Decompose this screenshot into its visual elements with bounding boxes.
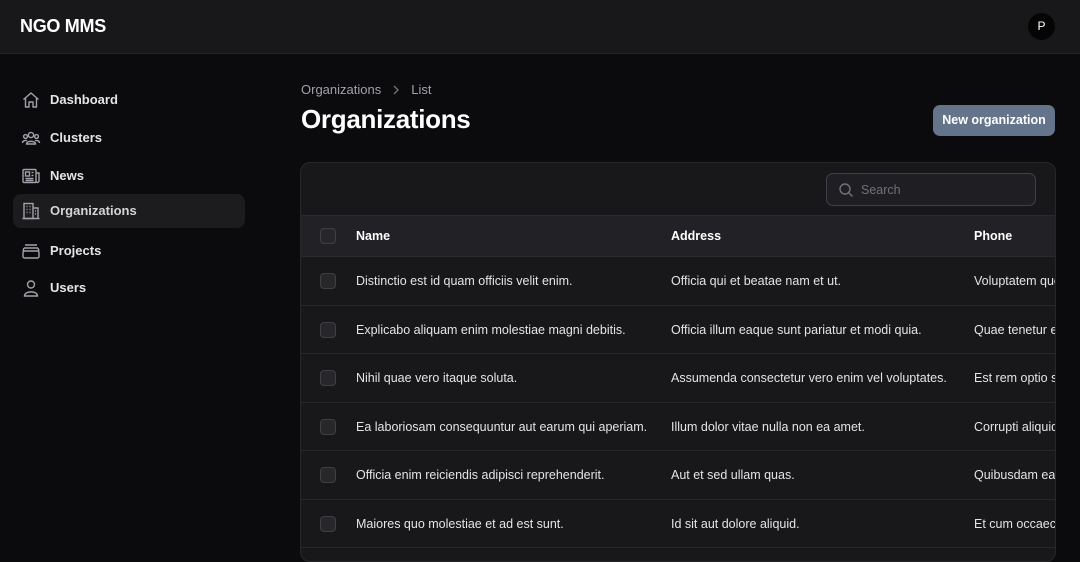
cell-name: Maiores quo molestiae et ad est sunt.: [356, 516, 564, 531]
column-header-name[interactable]: Name: [356, 229, 666, 243]
cell-phone: Corrupti aliquid: [974, 419, 1056, 434]
user-icon: [23, 280, 39, 297]
sidebar-item-label: Clusters: [50, 130, 103, 145]
column-header-phone[interactable]: Phone: [974, 229, 1055, 243]
sidebar-item-label: News: [50, 168, 84, 183]
sidebar-item-clusters[interactable]: Clusters: [13, 121, 245, 155]
table-row[interactable]: Maiores quo molestiae et ad est sunt. Id…: [301, 500, 1056, 548]
sidebar-item-label: Users: [50, 280, 87, 295]
breadcrumb-current: List: [411, 82, 432, 97]
sidebar: Dashboard Clusters News Organizations Pr…: [0, 54, 260, 536]
cell-phone: Quibusdam ea: [974, 468, 1056, 482]
sidebar-item-dashboard[interactable]: Dashboard: [13, 83, 245, 117]
table-row[interactable]: Explicabo aliquam enim molestiae magni d…: [301, 306, 1056, 354]
sidebar-item-label: Organizations: [50, 203, 137, 218]
new-organization-button[interactable]: New organization: [933, 105, 1055, 136]
archive-box-icon: [22, 244, 40, 259]
page-title: Organizations: [301, 104, 471, 134]
cell-address: Illum dolor vitae nulla non ea amet.: [671, 419, 865, 434]
select-all-checkbox[interactable]: [320, 228, 336, 244]
search-input[interactable]: [861, 174, 1031, 205]
sidebar-item-organizations[interactable]: Organizations: [13, 194, 245, 228]
breadcrumb: Organizations List: [301, 82, 431, 97]
chevron-right-icon: [381, 83, 411, 97]
row-checkbox[interactable]: [320, 515, 336, 532]
cell-name: Ea laboriosam consequuntur aut earum qui…: [356, 419, 648, 434]
cell-name: Explicabo aliquam enim molestiae magni d…: [356, 322, 626, 337]
cell-name: Distinctio est id quam officiis velit en…: [356, 274, 573, 288]
cell-phone: Et cum occaec: [974, 516, 1056, 531]
cell-name: Nihil quae vero itaque soluta.: [356, 371, 518, 385]
users-group-icon: [21, 131, 41, 145]
sidebar-item-label: Dashboard: [50, 92, 118, 107]
cell-address: Officia illum eaque sunt pariatur et mod…: [671, 322, 922, 337]
table-header: Name Address Phone: [301, 215, 1055, 257]
table-row[interactable]: Nihil quae vero itaque soluta. Assumenda…: [301, 354, 1056, 403]
cell-address: Id sit aut dolore aliquid.: [671, 516, 800, 531]
sidebar-item-news[interactable]: News: [13, 159, 245, 193]
breadcrumb-parent[interactable]: Organizations: [301, 82, 381, 97]
sidebar-item-users[interactable]: Users: [13, 271, 245, 305]
table-row[interactable]: Ea laboriosam consequuntur aut earum qui…: [301, 403, 1056, 451]
user-avatar[interactable]: P: [1028, 13, 1055, 40]
row-checkbox[interactable]: [320, 467, 336, 483]
table-row[interactable]: Distinctio est id quam officiis velit en…: [301, 257, 1056, 306]
column-header-address[interactable]: Address: [671, 229, 966, 243]
sidebar-item-label: Projects: [50, 243, 102, 258]
row-checkbox[interactable]: [320, 321, 336, 338]
building-icon: [22, 202, 40, 220]
cell-name: Officia enim reiciendis adipisci reprehe…: [356, 468, 605, 482]
cell-phone: Quae tenetur e: [974, 322, 1056, 337]
row-checkbox[interactable]: [320, 418, 336, 435]
cell-address: Aut et sed ullam quas.: [671, 468, 795, 482]
organizations-table: Name Address Phone Distinctio est id qua…: [300, 162, 1056, 562]
app-title[interactable]: NGO MMS: [20, 16, 106, 37]
home-icon: [23, 92, 39, 108]
newspaper-icon: [22, 168, 40, 184]
row-checkbox[interactable]: [320, 273, 336, 289]
cell-address: Officia qui et beatae nam et ut.: [671, 274, 842, 288]
cell-address: Assumenda consectetur vero enim vel volu…: [671, 371, 947, 385]
cell-phone: Voluptatem quo: [974, 274, 1056, 288]
sidebar-item-projects[interactable]: Projects: [13, 234, 245, 268]
top-bar: NGO MMS P: [0, 0, 1080, 54]
table-row[interactable]: Officia enim reiciendis adipisci reprehe…: [301, 451, 1056, 500]
search-icon: [839, 183, 853, 197]
cell-phone: Est rem optio s: [974, 371, 1056, 385]
search-box[interactable]: [826, 173, 1036, 206]
row-checkbox[interactable]: [320, 370, 336, 386]
